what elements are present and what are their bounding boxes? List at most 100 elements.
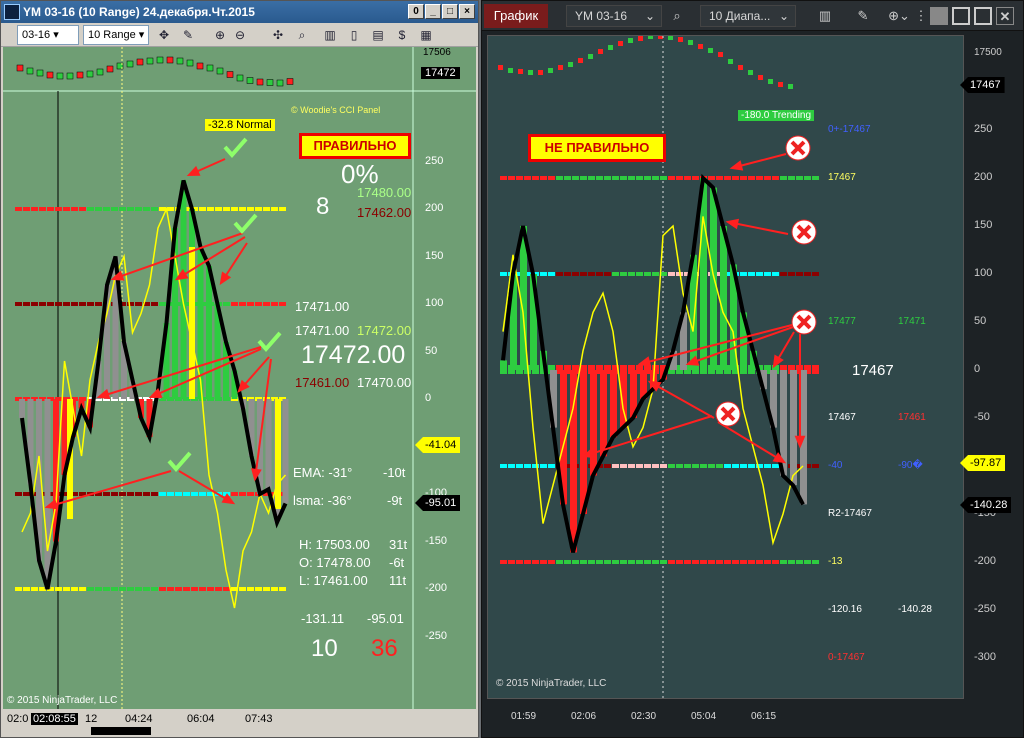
level-r2: 17467 xyxy=(828,172,856,183)
zero-line-segment xyxy=(748,464,755,468)
zoom-icon[interactable]: ⊕⌄ xyxy=(884,7,914,25)
magnifier-icon[interactable]: ⌕ xyxy=(293,26,311,44)
restore-icon[interactable] xyxy=(930,7,948,25)
zero-line-segment xyxy=(207,587,214,591)
instrument-select[interactable]: 03-16 ▾ xyxy=(17,25,79,45)
zero-line-segment xyxy=(596,560,603,564)
more-icon[interactable]: ⋮ xyxy=(912,7,930,25)
zero-line-segment xyxy=(788,560,795,564)
zero-line-segment xyxy=(692,176,699,180)
zero-line-segment xyxy=(628,464,635,468)
zero-line-segment xyxy=(95,587,102,591)
move-icon[interactable]: ✣ xyxy=(269,26,287,44)
price-candle xyxy=(66,72,74,80)
bar-style-icon[interactable]: ▥ xyxy=(321,26,339,44)
arrow-head xyxy=(219,271,232,286)
period-select[interactable]: 10 Диапа... ⌄ xyxy=(700,5,796,27)
lsma-angle: lsma: -36° xyxy=(293,493,352,508)
zero-line-segment xyxy=(231,492,238,496)
level-r1: 0+-17467 xyxy=(828,124,871,135)
minimize-button[interactable]: _ xyxy=(425,4,441,19)
cci-histogram-bar xyxy=(610,370,617,438)
cci-tag-1: -97.87 xyxy=(960,455,1006,471)
zero-line-segment xyxy=(812,272,819,276)
pencil-icon[interactable]: ✎ xyxy=(854,7,872,25)
candle-icon[interactable]: ▯ xyxy=(345,26,363,44)
zoom-in-icon[interactable]: ⊕ xyxy=(211,26,229,44)
high-ticks: 31t xyxy=(389,537,408,552)
price-candle xyxy=(768,79,773,84)
left-chart-area[interactable]: © Woodie's CCI Panel -32.8 Normal ПРАВИЛ… xyxy=(3,47,476,709)
zero-line-segment xyxy=(71,302,78,306)
zero-line-segment xyxy=(279,207,286,211)
zero-line-segment xyxy=(127,302,134,306)
zero-line-segment xyxy=(636,272,643,276)
properties-icon[interactable]: ▦ xyxy=(417,26,435,44)
zero-line-segment xyxy=(644,560,651,564)
zero-line-segment xyxy=(151,207,158,211)
period-select[interactable]: 10 Range ▾ xyxy=(83,25,149,45)
zero-line-segment xyxy=(708,176,715,180)
candlestick-icon[interactable]: ▥ xyxy=(816,7,834,25)
zero-line-segment xyxy=(684,176,691,180)
cci-axis-tick: 0 xyxy=(974,363,981,375)
zero-line-segment xyxy=(636,176,643,180)
crosshair-icon[interactable]: ✥ xyxy=(155,26,173,44)
zero-line-segment xyxy=(780,176,787,180)
search-icon[interactable]: ⌕ xyxy=(668,7,686,25)
zero-line-segment xyxy=(588,560,595,564)
level-b1: -40 xyxy=(828,460,843,471)
instrument-select[interactable]: YM 03-16 ⌄ xyxy=(566,5,662,27)
zero-line-segment xyxy=(119,207,126,211)
right-chart-area[interactable]: -180.0 Trending НЕ ПРАВИЛЬНО 0+-17467 17… xyxy=(487,34,964,700)
zero-line-segment xyxy=(135,587,142,591)
close-icon[interactable]: ✕ xyxy=(996,7,1014,25)
price-axis-top: 17506 xyxy=(423,47,451,58)
strategy-icon[interactable]: $ xyxy=(393,26,411,44)
zero-line-segment xyxy=(732,464,739,468)
zero-line-segment xyxy=(660,464,667,468)
correct-label: ПРАВИЛЬНО xyxy=(299,133,411,159)
close-button[interactable]: × xyxy=(459,4,475,19)
zero-line-segment xyxy=(780,272,787,276)
zoom-out-icon[interactable]: ⊖ xyxy=(231,26,249,44)
float-button[interactable]: 0 xyxy=(408,4,424,19)
zero-line-segment xyxy=(524,560,531,564)
price-candle xyxy=(728,59,733,64)
zero-line-segment xyxy=(31,207,38,211)
price-current-tag: 17472 xyxy=(421,67,460,79)
cci-axis-tick: 100 xyxy=(425,297,444,309)
price-candle xyxy=(96,68,104,76)
zero-line-segment xyxy=(612,176,619,180)
chart-tab[interactable]: График xyxy=(484,4,548,28)
zero-line-segment xyxy=(564,176,571,180)
zero-line-segment xyxy=(740,272,747,276)
zero-line-segment xyxy=(167,492,174,496)
zero-line-segment xyxy=(676,176,683,180)
zero-line-segment xyxy=(15,302,22,306)
pencil-icon[interactable]: ✎ xyxy=(179,26,197,44)
zero-line-segment xyxy=(63,207,70,211)
indicator-icon[interactable]: ▤ xyxy=(369,26,387,44)
cci-axis-tick: 200 xyxy=(974,171,993,183)
zero-line-segment xyxy=(740,464,747,468)
zero-line-segment xyxy=(71,207,78,211)
zero-line-segment xyxy=(724,560,731,564)
zero-line-segment xyxy=(652,176,659,180)
left-toolbar: 03-16 ▾ 10 Range ▾ ✥ ✎ ⊕ ⊖ ✣ ⌕ ▥ ▯ ▤ $ ▦ xyxy=(1,23,478,47)
zero-line-segment xyxy=(652,464,659,468)
maximize-button[interactable]: □ xyxy=(442,4,458,19)
zero-line-segment xyxy=(716,176,723,180)
zero-line-segment xyxy=(780,560,787,564)
zero-line-segment xyxy=(812,464,819,468)
maximize-icon[interactable] xyxy=(974,7,992,25)
price-candle xyxy=(578,58,583,63)
zero-line-segment xyxy=(15,587,22,591)
window-icon[interactable] xyxy=(952,7,970,25)
zero-line-segment xyxy=(516,560,523,564)
cci-histogram-bar xyxy=(19,399,25,418)
zero-line-segment xyxy=(532,560,539,564)
level-w1: -120.16 xyxy=(828,604,862,615)
left-title-bar[interactable]: YM 03-16 (10 Range) 24.декабря.Чт.2015 0… xyxy=(1,1,478,23)
open-value: O: 17478.00 xyxy=(299,555,371,570)
